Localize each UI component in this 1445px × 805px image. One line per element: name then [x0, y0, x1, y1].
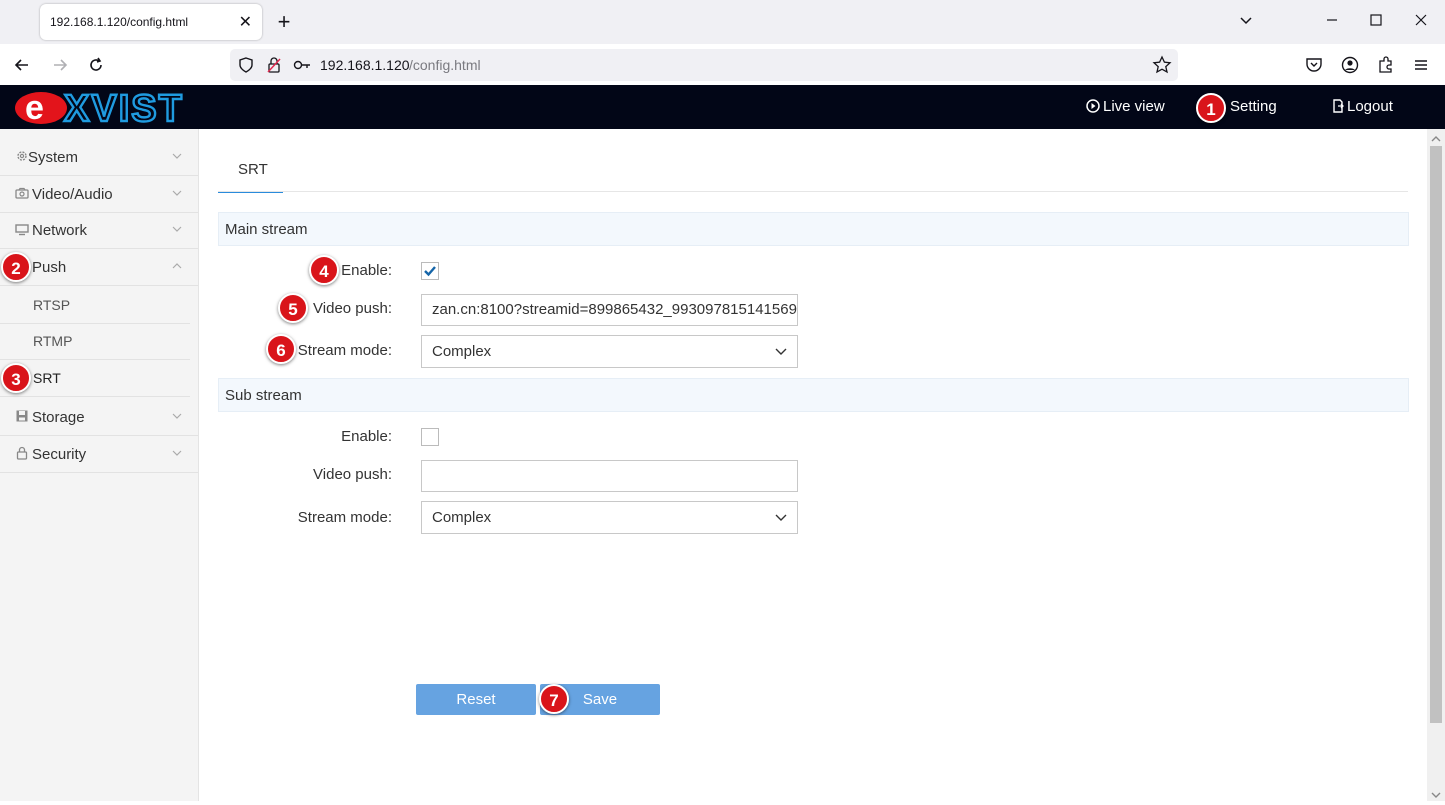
close-tab-icon[interactable]: ✕ — [239, 12, 252, 32]
sub-stream-mode-value: Complex — [432, 509, 492, 526]
chevron-down-icon — [775, 348, 787, 355]
sidebar-item-system[interactable]: System — [0, 139, 198, 176]
sidebar-subitem-rtmp[interactable]: RTMP — [0, 323, 190, 360]
menu-icon[interactable] — [1411, 55, 1431, 80]
chevron-down-icon — [172, 190, 182, 196]
annotation-badge-4: 4 — [309, 255, 339, 285]
scrollbar-thumb[interactable] — [1430, 146, 1442, 723]
chevron-up-icon — [172, 263, 182, 269]
svg-text:XVIST: XVIST — [64, 88, 184, 125]
chevron-down-icon — [172, 226, 182, 232]
main-enable-checkbox[interactable] — [421, 262, 439, 280]
sidebar-item-label: Push — [32, 259, 67, 276]
chevron-down-icon — [172, 413, 182, 419]
sidebar-item-label: Security — [32, 446, 87, 463]
extensions-icon[interactable] — [1376, 55, 1396, 80]
main-stream-title: Main stream — [225, 221, 308, 238]
annotation-badge-6: 6 — [266, 334, 296, 364]
new-tab-icon[interactable]: + — [272, 10, 296, 34]
annotation-badge-2: 2 — [1, 252, 31, 282]
tab-srt[interactable]: SRT — [218, 153, 283, 193]
chevron-down-icon — [775, 514, 787, 521]
sidebar-subitem-label: RTSP — [33, 297, 71, 313]
main-enable-label: Enable: — [341, 262, 392, 279]
maximize-window-icon[interactable] — [1368, 12, 1384, 33]
svg-text:e: e — [25, 89, 44, 125]
logout-link[interactable]: Logout — [1332, 98, 1393, 115]
lock-icon — [16, 446, 28, 460]
live-view-link[interactable]: Live view — [1086, 98, 1165, 115]
reset-button[interactable]: Reset — [416, 684, 536, 715]
reload-icon[interactable] — [86, 55, 106, 80]
tabs-divider — [218, 191, 1408, 192]
sub-video-push-label: Video push: — [313, 466, 392, 483]
sub-enable-checkbox[interactable] — [421, 428, 439, 446]
setting-link[interactable]: Setting — [1230, 98, 1277, 115]
sidebar-subitem-label: SRT — [33, 370, 61, 386]
sidebar-subitem-rtsp[interactable]: RTSP — [0, 287, 190, 324]
back-icon[interactable] — [12, 55, 32, 80]
minimize-window-icon[interactable] — [1324, 12, 1340, 33]
floppy-icon — [16, 410, 28, 422]
close-window-icon[interactable] — [1413, 12, 1429, 33]
sidebar-item-security[interactable]: Security — [0, 436, 198, 473]
scroll-up-icon[interactable] — [1430, 131, 1442, 149]
setting-label: Setting — [1230, 98, 1277, 115]
insecure-lock-icon[interactable] — [265, 56, 283, 79]
scroll-down-icon[interactable] — [1430, 787, 1442, 805]
sidebar-item-label: Network — [32, 222, 88, 239]
annotation-badge-7: 7 — [539, 684, 569, 714]
logout-icon — [1333, 99, 1344, 113]
annotation-badge-1: 1 — [1196, 93, 1226, 123]
browser-tab[interactable]: 192.168.1.120/config.html ✕ — [40, 4, 262, 40]
key-icon[interactable] — [292, 56, 312, 79]
main-video-push-value: zan.cn:8100?streamid=899865432_993097815… — [432, 301, 797, 318]
gear-icon — [17, 151, 27, 161]
sidebar-item-label: Video/Audio — [32, 186, 113, 203]
url-path: /config.html — [409, 57, 481, 73]
chevron-down-icon — [172, 450, 182, 456]
sidebar-subitem-label: RTMP — [33, 333, 73, 349]
pocket-icon[interactable] — [1304, 55, 1324, 80]
sub-video-push-input[interactable] — [421, 460, 798, 492]
app-header — [0, 85, 1445, 129]
main-stream-header: Main stream — [218, 212, 1409, 246]
forward-icon[interactable] — [50, 55, 70, 80]
browser-tab-title: 192.168.1.120/config.html — [50, 15, 189, 29]
tab-srt-label: SRT — [238, 161, 268, 178]
sub-stream-title: Sub stream — [225, 387, 302, 404]
main-stream-mode-value: Complex — [432, 343, 492, 360]
live-view-label: Live view — [1103, 98, 1165, 115]
shield-icon[interactable] — [237, 56, 255, 79]
sidebar-item-label: Storage — [32, 409, 85, 426]
main-stream-mode-select[interactable]: Complex — [421, 335, 798, 368]
sidebar-item-video-audio[interactable]: Video/Audio — [0, 176, 198, 213]
annotation-badge-3: 3 — [1, 363, 31, 393]
sidebar-item-storage[interactable]: Storage — [0, 399, 198, 436]
chevron-down-icon — [172, 153, 182, 159]
sidebar-item-network[interactable]: Network — [0, 212, 198, 249]
annotation-badge-5: 5 — [278, 293, 308, 323]
monitor-icon — [15, 224, 29, 236]
camera-icon — [15, 187, 29, 199]
sub-stream-header: Sub stream — [218, 378, 1409, 412]
sub-stream-mode-label: Stream mode: — [297, 509, 392, 526]
logout-label: Logout — [1347, 98, 1393, 115]
main-video-push-input[interactable]: zan.cn:8100?streamid=899865432_993097815… — [421, 294, 798, 326]
bookmark-star-icon[interactable] — [1152, 55, 1172, 80]
sub-stream-mode-select[interactable]: Complex — [421, 501, 798, 534]
account-icon[interactable] — [1340, 55, 1360, 80]
tab-list-chevron-icon[interactable] — [1238, 12, 1254, 33]
exvist-logo[interactable]: e XVIST — [14, 87, 190, 131]
sub-enable-label: Enable: — [341, 428, 392, 445]
play-circle-icon — [1086, 99, 1100, 113]
url-host: 192.168.1.120 — [320, 57, 410, 73]
sidebar-item-label: System — [28, 149, 79, 166]
checkmark-icon — [424, 266, 436, 277]
